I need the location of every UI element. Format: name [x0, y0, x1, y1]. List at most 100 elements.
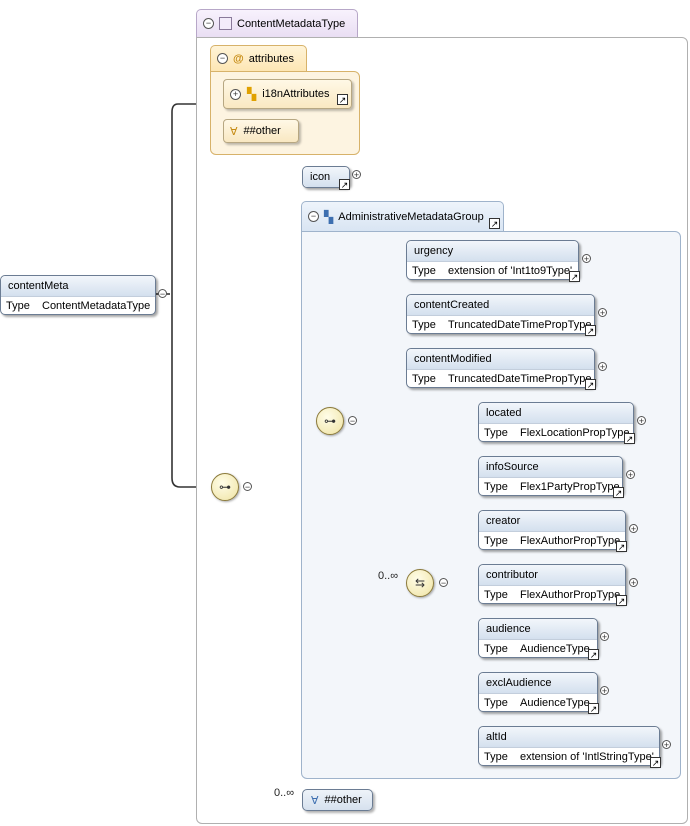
collapse-icon[interactable]: − [217, 53, 228, 64]
element-type-row: Type TruncatedDateTimePropType [407, 370, 594, 389]
element-located[interactable]: located Type FlexLocationPropType ↗ [478, 402, 635, 444]
element-altId[interactable]: altId Type extension of 'IntlStringType' … [478, 726, 661, 768]
reference-arrow-icon[interactable]: ↗ [588, 649, 599, 660]
element-type-row: Type TruncatedDateTimePropType [407, 316, 594, 335]
type-value: TruncatedDateTimePropType [448, 373, 592, 385]
collapse-icon[interactable]: − [439, 578, 448, 588]
expand-icon[interactable]: + [637, 416, 646, 426]
element-contentCreated[interactable]: contentCreated Type TruncatedDateTimeProp… [406, 294, 596, 336]
sequence-compositor-icon[interactable]: ⊶ [316, 407, 344, 435]
choice-occurrence: 0..∞ [378, 570, 399, 582]
root-element-contentMeta[interactable]: contentMeta Type ContentMetadataType [0, 275, 156, 315]
element-name: located [479, 403, 633, 424]
reference-arrow-icon[interactable]: ↗ [650, 757, 661, 768]
expand-icon[interactable]: + [600, 686, 609, 696]
element-name: urgency [407, 241, 578, 262]
reference-arrow-icon[interactable]: ↗ [585, 379, 596, 390]
expand-icon[interactable]: + [600, 632, 609, 642]
element-name: infoSource [479, 457, 622, 478]
element-contentModified[interactable]: contentModified Type TruncatedDateTimePro… [406, 348, 596, 390]
attributes-tab[interactable]: − @ attributes [210, 45, 307, 71]
expand-icon[interactable]: + [352, 170, 361, 180]
type-value: AudienceType [520, 697, 590, 709]
group-name: AdministrativeMetadataGroup [338, 210, 484, 223]
complex-type-icon [219, 17, 232, 30]
type-key: Type [484, 427, 508, 439]
element-name: contentCreated [407, 295, 594, 316]
any-attribute-label: ##other [243, 125, 281, 137]
any-occurrence: 0..∞ [274, 787, 295, 799]
reference-arrow-icon[interactable]: ↗ [585, 325, 596, 336]
element-audience[interactable]: audience Type AudienceType ↗ [478, 618, 599, 660]
type-key: Type [484, 589, 508, 601]
reference-arrow-icon[interactable]: ↗ [616, 595, 627, 606]
element-type-row: Type AudienceType [479, 640, 597, 659]
reference-arrow-icon[interactable]: ↗ [613, 487, 624, 498]
attribute-group-name: i18nAttributes [262, 88, 330, 100]
collapse-icon[interactable]: − [308, 211, 319, 222]
type-key: Type [412, 373, 436, 385]
group-icon: ▚ [324, 209, 334, 224]
type-key: Type [484, 481, 508, 493]
expand-icon[interactable]: + [598, 308, 607, 318]
element-type-row: Type FlexLocationPropType [479, 424, 633, 443]
element-type-row: Type Flex1PartyPropType [479, 478, 622, 497]
choice-compositor-icon[interactable]: ⇆ [406, 569, 434, 597]
type-key: Type [6, 300, 30, 312]
type-value: AudienceType [520, 643, 590, 655]
element-name: altId [479, 727, 659, 748]
any-element[interactable]: ∀ ##other [302, 789, 373, 811]
element-type-row: Type extension of 'Int1to9Type' [407, 262, 578, 281]
collapse-icon[interactable]: − [203, 18, 214, 29]
reference-arrow-icon[interactable]: ↗ [616, 541, 627, 552]
type-key: Type [412, 265, 436, 277]
element-name: contentMeta [1, 276, 155, 297]
expand-icon[interactable]: + [662, 740, 671, 750]
collapse-icon[interactable]: − [348, 416, 357, 426]
element-name: contributor [479, 565, 625, 586]
attributes-label: attributes [248, 52, 294, 65]
type-value: ContentMetadataType [42, 300, 151, 312]
reference-arrow-icon[interactable]: ↗ [624, 433, 635, 444]
any-element-icon: ∀ [311, 794, 319, 807]
element-name: exclAudience [479, 673, 597, 694]
element-contributor[interactable]: contributor Type FlexAuthorPropType ↗ [478, 564, 627, 606]
element-creator[interactable]: creator Type FlexAuthorPropType ↗ [478, 510, 627, 552]
element-name: creator [479, 511, 625, 532]
element-type-row: Type AudienceType [479, 694, 597, 713]
type-value: extension of 'Int1to9Type' [448, 265, 573, 277]
type-key: Type [484, 697, 508, 709]
group-tab[interactable]: − ▚ AdministrativeMetadataGroup ↗ [301, 201, 504, 231]
collapse-icon[interactable]: − [158, 289, 167, 299]
type-key: Type [412, 319, 436, 331]
element-name: audience [479, 619, 597, 640]
any-attribute-icon: ∀ [230, 125, 238, 138]
element-urgency[interactable]: urgency Type extension of 'Int1to9Type' ↗ [406, 240, 580, 282]
reference-arrow-icon[interactable]: ↗ [489, 218, 500, 229]
expand-icon[interactable]: + [626, 470, 635, 480]
reference-arrow-icon[interactable]: ↗ [588, 703, 599, 714]
reference-arrow-icon[interactable]: ↗ [339, 179, 350, 190]
element-icon[interactable]: icon ↗ [302, 166, 350, 190]
expand-icon[interactable]: + [582, 254, 591, 264]
element-exclAudience[interactable]: exclAudience Type AudienceType ↗ [478, 672, 599, 714]
expand-icon[interactable]: + [230, 88, 241, 100]
type-value: TruncatedDateTimePropType [448, 319, 592, 331]
expand-icon[interactable]: + [629, 524, 638, 534]
element-type-row: Type ContentMetadataType [1, 297, 155, 316]
type-value: FlexAuthorPropType [520, 589, 621, 601]
type-key: Type [484, 751, 508, 763]
expand-icon[interactable]: + [598, 362, 607, 372]
reference-arrow-icon[interactable]: ↗ [569, 271, 580, 282]
complex-type-tab[interactable]: − ContentMetadataType [196, 9, 358, 37]
collapse-icon[interactable]: − [243, 482, 252, 492]
sequence-compositor-icon[interactable]: ⊶ [211, 473, 239, 501]
element-infoSource[interactable]: infoSource Type Flex1PartyPropType ↗ [478, 456, 624, 498]
attribute-group-ref[interactable]: + ▚ i18nAttributes ↗ [223, 79, 352, 109]
reference-arrow-icon[interactable]: ↗ [337, 94, 348, 105]
expand-icon[interactable]: + [629, 578, 638, 588]
complex-type-name: ContentMetadataType [237, 17, 346, 30]
attribute-group-icon: ▚ [247, 87, 257, 101]
element-type-row: Type FlexAuthorPropType [479, 586, 625, 605]
any-attribute[interactable]: ∀ ##other [223, 119, 299, 143]
